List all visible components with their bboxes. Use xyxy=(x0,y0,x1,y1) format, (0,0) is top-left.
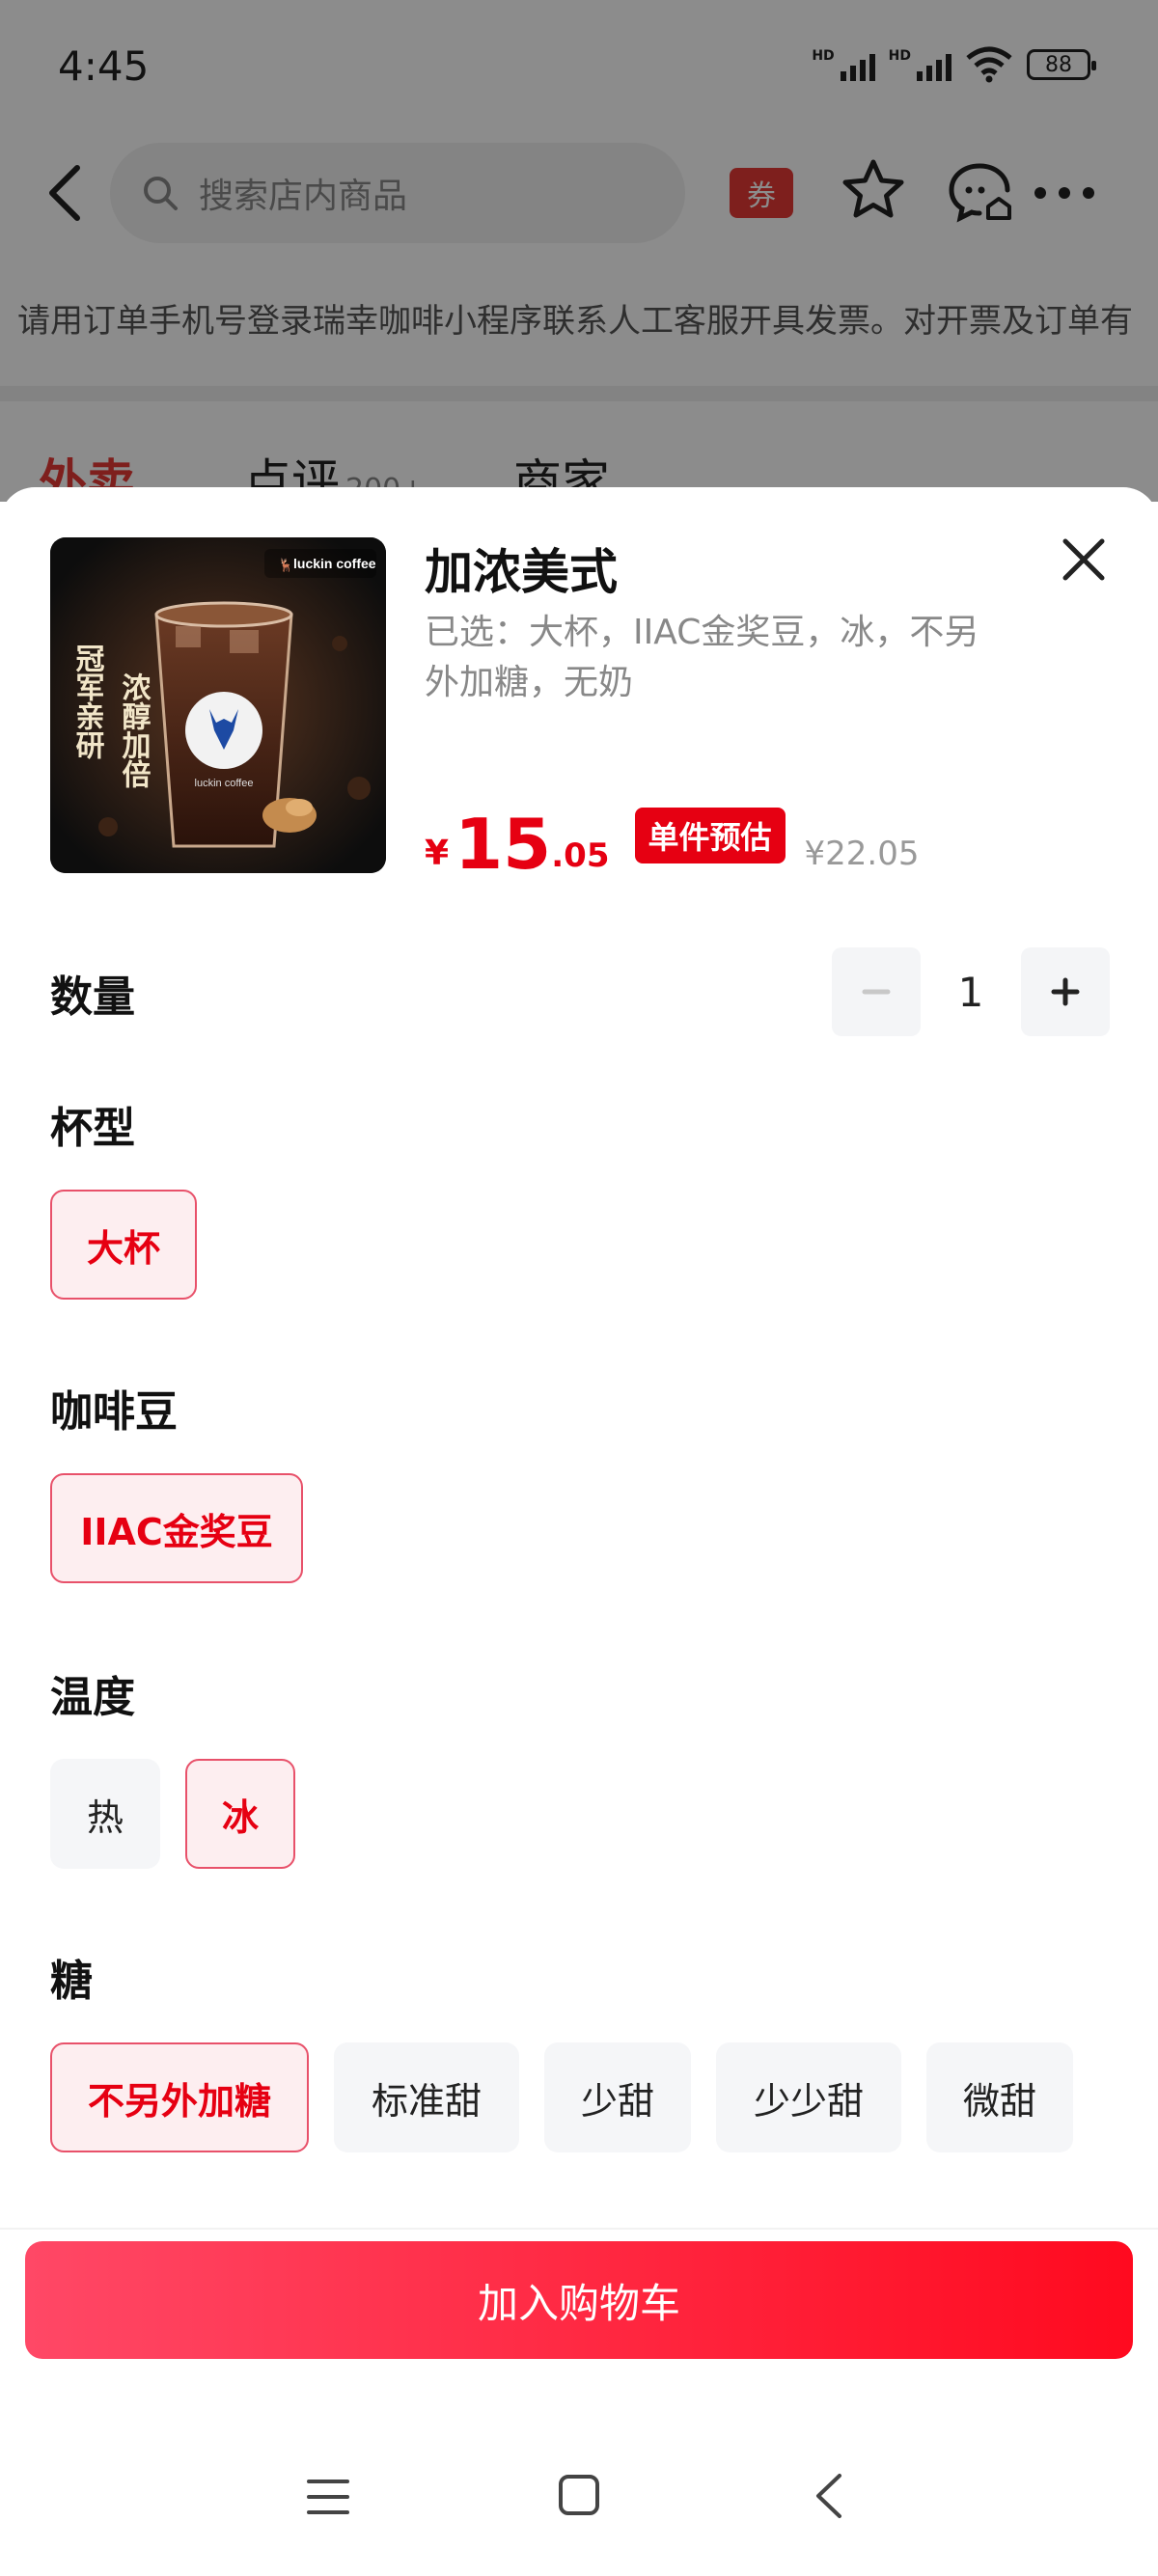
option-large-cup[interactable]: 大杯 xyxy=(50,1190,197,1300)
price-integer: 15 xyxy=(455,804,552,885)
modal-overlay[interactable] xyxy=(0,0,1158,502)
svg-text:冠军亲研: 冠军亲研 xyxy=(70,644,105,760)
svg-text:🦌: 🦌 xyxy=(278,558,293,572)
coffee-bean-title: 咖啡豆 xyxy=(50,1387,178,1437)
home-icon[interactable] xyxy=(558,2474,600,2516)
option-less-sweet[interactable]: 少甜 xyxy=(544,2042,691,2152)
divider xyxy=(0,2228,1158,2230)
option-iiac-bean[interactable]: IIAC金奖豆 xyxy=(50,1473,303,1583)
decrease-button[interactable] xyxy=(832,947,921,1036)
estimate-badge: 单件预估 xyxy=(634,808,786,863)
recent-apps-icon[interactable] xyxy=(307,2478,349,2516)
quantity-value: 1 xyxy=(957,968,984,1016)
svg-text:luckin coffee: luckin coffee xyxy=(195,778,254,789)
option-hot[interactable]: 热 xyxy=(50,1759,160,1869)
selected-spec: 已选：大杯，IIAC金奖豆，冰，不另外加糖，无奶 xyxy=(425,613,979,702)
close-icon[interactable] xyxy=(1058,534,1110,586)
product-options-sheet: luckin coffee 🦌 luckin coffee 冠军亲研 浓醇加倍 … xyxy=(0,487,1158,2576)
price-decimal: .05 xyxy=(551,836,610,875)
option-little-sweet[interactable]: 少少甜 xyxy=(716,2042,901,2152)
option-iced[interactable]: 冰 xyxy=(185,1759,295,1869)
product-image: luckin coffee 🦌 luckin coffee 冠军亲研 浓醇加倍 xyxy=(50,537,386,873)
svg-text:luckin coffee: luckin coffee xyxy=(293,556,376,571)
option-no-extra-sugar[interactable]: 不另外加糖 xyxy=(50,2042,309,2152)
temperature-title: 温度 xyxy=(50,1673,135,1722)
system-nav-bar xyxy=(0,2451,1158,2566)
svg-text:浓醇加倍: 浓醇加倍 xyxy=(117,672,152,788)
sugar-title: 糖 xyxy=(50,1957,93,2006)
minus-icon xyxy=(862,989,891,995)
nav-back-icon[interactable] xyxy=(813,2472,845,2520)
add-to-cart-button[interactable]: 加入购物车 xyxy=(25,2241,1133,2359)
option-standard-sweet[interactable]: 标准甜 xyxy=(334,2042,519,2152)
price-row: ¥ 15 .05 单件预估 ¥22.05 xyxy=(425,796,919,883)
option-slight-sweet[interactable]: 微甜 xyxy=(926,2042,1073,2152)
quantity-stepper: 1 xyxy=(832,947,1110,1036)
quantity-label: 数量 xyxy=(50,973,135,1022)
plus-icon xyxy=(1051,977,1080,1006)
original-price: ¥22.05 xyxy=(804,835,920,873)
product-name: 加浓美式 xyxy=(425,544,618,600)
increase-button[interactable] xyxy=(1021,947,1110,1036)
price-symbol: ¥ xyxy=(425,834,450,873)
cup-size-title: 杯型 xyxy=(50,1104,135,1153)
